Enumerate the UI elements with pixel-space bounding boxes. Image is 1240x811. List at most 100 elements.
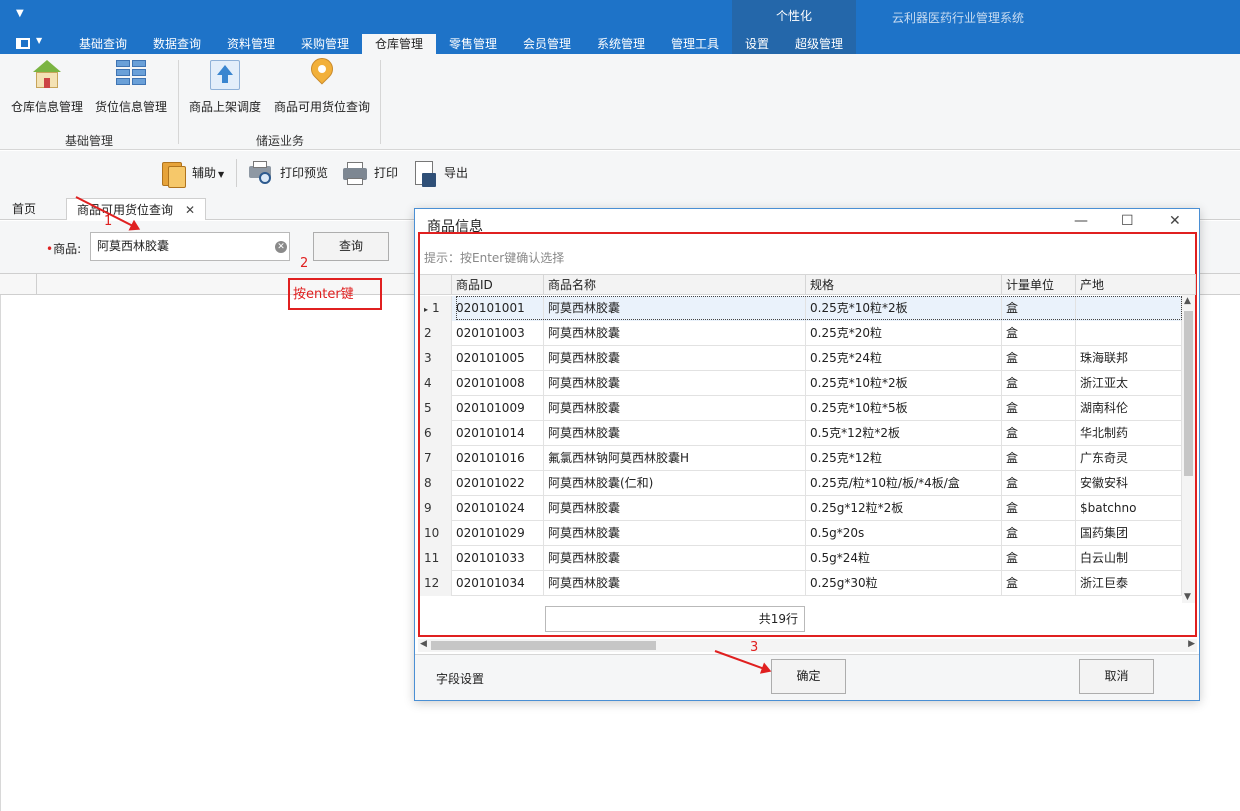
cell-origin: 国药集团 xyxy=(1076,521,1182,546)
doc-tab-home[interactable]: 首页 xyxy=(2,198,46,220)
table-row[interactable]: 12 020101034 阿莫西林胶囊 0.25g*30粒盒浙江巨泰 xyxy=(420,571,1182,596)
available-location-query-label: 商品可用货位查询 xyxy=(273,100,370,114)
cell-origin xyxy=(1076,296,1182,321)
cell-product-name: 阿莫西林胶囊 xyxy=(544,546,806,571)
ribbon-panel: 仓库信息管理 货位信息管理 基础管理 商品上架调度 商品可用货位查询 储运业务 xyxy=(0,53,1240,150)
maximize-icon[interactable]: ☐ xyxy=(1121,213,1134,229)
table-row[interactable]: 4 020101008 阿莫西林胶囊 0.25克*10粒*2板盒浙江亚太 xyxy=(420,371,1182,396)
cell-unit: 盒 xyxy=(1002,546,1076,571)
col-header-unit[interactable]: 计量单位 xyxy=(1002,275,1076,295)
row-number: 3 xyxy=(420,346,452,371)
col-header-id[interactable]: 商品ID xyxy=(452,275,544,295)
cell-origin: 湖南科伦 xyxy=(1076,396,1182,421)
horizontal-scrollbar[interactable]: ◀ ▶ xyxy=(418,639,1197,652)
shelving-dispatch-button[interactable]: 商品上架调度 xyxy=(188,58,262,115)
available-location-query-button[interactable]: 商品可用货位查询 xyxy=(272,53,372,115)
location-info-button[interactable]: 货位信息管理 xyxy=(94,58,168,115)
print-preview-button[interactable]: 打印预览 xyxy=(248,157,328,189)
product-grid-header: 商品ID 商品名称 规格 计量单位 产地 xyxy=(420,275,1196,295)
cell-origin: 白云山制 xyxy=(1076,546,1182,571)
minimize-icon[interactable]: — xyxy=(1074,213,1088,229)
tab-settings[interactable]: 设置 xyxy=(736,34,778,54)
warehouse-info-label: 仓库信息管理 xyxy=(10,100,83,114)
tab-retail[interactable]: 零售管理 xyxy=(436,34,510,54)
ribbon-separator xyxy=(380,60,381,144)
col-header-name[interactable]: 商品名称 xyxy=(544,275,806,295)
table-row[interactable]: 2 020101003 阿莫西林胶囊 0.25克*20粒盒 xyxy=(420,321,1182,346)
tab-warehouse[interactable]: 仓库管理 xyxy=(362,34,436,54)
cell-origin: 珠海联邦 xyxy=(1076,346,1182,371)
cancel-button[interactable]: 取消 xyxy=(1079,659,1154,694)
cell-unit: 盒 xyxy=(1002,446,1076,471)
print-button[interactable]: 打印 xyxy=(342,157,398,189)
col-header-spec[interactable]: 规格 xyxy=(806,275,1002,295)
col-header-origin[interactable]: 产地 xyxy=(1076,275,1196,295)
scroll-up-icon[interactable]: ▲ xyxy=(1184,296,1191,306)
cell-product-id: 020101016 xyxy=(452,446,544,471)
tab-data-query[interactable]: 数据查询 xyxy=(140,34,214,54)
cell-unit: 盒 xyxy=(1002,296,1076,321)
table-row[interactable]: ▸ 1 020101001 阿莫西林胶囊 0.25克*10粒*2板盒 xyxy=(420,296,1182,321)
tab-super-admin[interactable]: 超级管理 xyxy=(786,34,852,54)
location-info-label: 货位信息管理 xyxy=(94,100,167,114)
cell-origin: 浙江亚太 xyxy=(1076,371,1182,396)
toolbar-separator xyxy=(236,159,237,187)
close-icon[interactable]: ✕ xyxy=(185,203,195,217)
quick-access-dropdown-icon[interactable]: ▼ xyxy=(16,8,24,19)
tab-member[interactable]: 会员管理 xyxy=(510,34,584,54)
table-row[interactable] xyxy=(420,596,1182,604)
row-header-cell xyxy=(420,275,452,295)
table-row[interactable]: 8 020101022 阿莫西林胶囊(仁和) 0.25克/粒*10粒/板/*4板/盒盒… xyxy=(420,471,1182,496)
product-grid[interactable]: 商品ID 商品名称 规格 计量单位 产地 ▸ 1 020101001 阿莫西林胶囊 0.… xyxy=(420,274,1196,604)
annotation-step-3: 3 xyxy=(750,640,759,655)
printer-icon xyxy=(342,160,368,188)
warehouse-info-button[interactable]: 仓库信息管理 xyxy=(10,58,84,115)
cell-spec: 0.25克*10粒*2板 xyxy=(806,371,1002,396)
ok-button[interactable]: 确定 xyxy=(771,659,846,694)
row-number: 2 xyxy=(420,321,452,346)
row-number: 5 xyxy=(420,396,452,421)
cell-product-name: 阿莫西林胶囊 xyxy=(544,421,806,446)
cell-unit: 盒 xyxy=(1002,471,1076,496)
product-label-text: 商品: xyxy=(53,242,82,256)
cell-product-name: 阿莫西林胶囊 xyxy=(544,396,806,421)
scroll-left-icon[interactable]: ◀ xyxy=(420,639,427,649)
table-row[interactable]: 7 020101016 氟氯西林钠阿莫西林胶囊H 0.25克*12粒盒广东奇灵 xyxy=(420,446,1182,471)
vertical-scrollbar[interactable]: ▲ ▼ xyxy=(1182,295,1195,603)
table-row[interactable]: 5 020101009 阿莫西林胶囊 0.25克*10粒*5板盒湖南科伦 xyxy=(420,396,1182,421)
field-settings-link[interactable]: 字段设置 xyxy=(436,670,484,687)
query-button[interactable]: 查询 xyxy=(313,232,389,261)
cell-spec: 0.5克*12粒*2板 xyxy=(806,421,1002,446)
scroll-thumb[interactable] xyxy=(1184,311,1193,476)
table-row[interactable]: 3 020101005 阿莫西林胶囊 0.25克*24粒盒珠海联邦 xyxy=(420,346,1182,371)
shelving-dispatch-label: 商品上架调度 xyxy=(188,100,261,114)
table-row[interactable]: 11 020101033 阿莫西林胶囊 0.5g*24粒盒白云山制 xyxy=(420,546,1182,571)
row-number: 6 xyxy=(420,421,452,446)
close-icon[interactable]: ✕ xyxy=(1169,213,1181,229)
assist-button[interactable]: 辅助 ▼ xyxy=(160,157,224,189)
scroll-down-icon[interactable]: ▼ xyxy=(1184,592,1191,602)
table-row[interactable]: 9 020101024 阿莫西林胶囊 0.25g*12粒*2板盒 $batchno xyxy=(420,496,1182,521)
clear-icon[interactable]: ✕ xyxy=(275,241,287,253)
table-row[interactable]: 10 020101029 阿莫西林胶囊 0.5g*20s 盒国药集团 xyxy=(420,521,1182,546)
group-label-basic: 基础管理 xyxy=(64,134,113,148)
table-row[interactable]: 6 020101014 阿莫西林胶囊 0.5克*12粒*2板盒华北制药 xyxy=(420,421,1182,446)
tab-data-management[interactable]: 资料管理 xyxy=(214,34,288,54)
cell-unit: 盒 xyxy=(1002,321,1076,346)
cell-product-name: 阿莫西林胶囊 xyxy=(544,496,806,521)
tab-system[interactable]: 系统管理 xyxy=(584,34,658,54)
scroll-thumb[interactable] xyxy=(431,641,656,650)
row-number: 11 xyxy=(420,546,452,571)
print-preview-icon xyxy=(248,160,274,188)
binder-icon xyxy=(160,160,186,188)
scroll-right-icon[interactable]: ▶ xyxy=(1188,639,1195,649)
export-button[interactable]: 导出 xyxy=(412,157,468,189)
tab-purchase[interactable]: 采购管理 xyxy=(288,34,362,54)
dialog-hint: 提示：按Enter键确认选择 xyxy=(424,251,565,265)
cell-product-name: 阿莫西林胶囊(仁和) xyxy=(544,471,806,496)
ribbon-header: ▼ 个性化 云利器医药行业管理系统 ▼ 基础查询 数据查询 资料管理 采购管理 … xyxy=(0,0,1240,54)
tab-basic-query[interactable]: 基础查询 xyxy=(66,34,140,54)
tab-tools[interactable]: 管理工具 xyxy=(658,34,732,54)
product-input[interactable]: 阿莫西林胶囊 xyxy=(90,232,290,261)
app-title: 云利器医药行业管理系统 xyxy=(892,11,1025,25)
